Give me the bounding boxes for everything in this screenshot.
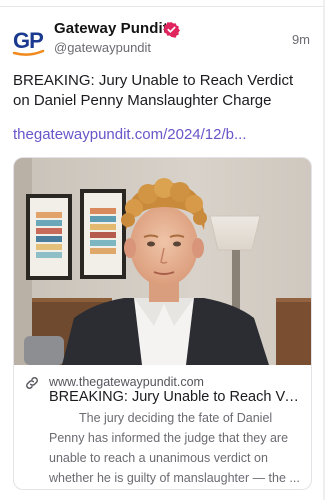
- link-preview-card[interactable]: www.thegatewaypundit.com BREAKING: Jury …: [13, 157, 312, 490]
- link-preview-domain: www.thegatewaypundit.com: [49, 375, 204, 389]
- avatar[interactable]: GP: [12, 24, 46, 58]
- link-preview-image[interactable]: [14, 158, 311, 365]
- svg-text:GP: GP: [13, 28, 43, 53]
- author-name[interactable]: Gateway Pundit: [54, 20, 168, 37]
- video-still-thumbnail: [14, 158, 311, 365]
- post-card[interactable]: GP Gateway Pundit @gatewaypundit 9m BREA…: [0, 0, 323, 500]
- link-preview-description: The jury deciding the fate of Daniel Pen…: [49, 411, 300, 485]
- link-icon: [24, 375, 40, 391]
- gateway-pundit-logo-icon: GP: [12, 28, 45, 56]
- verified-badge-icon: [163, 21, 180, 38]
- author-handle[interactable]: @gatewaypundit: [54, 40, 151, 55]
- post-text: BREAKING: Jury Unable to Reach Verdict o…: [13, 72, 294, 109]
- post-link[interactable]: thegatewaypundit.com/2024/12/b...: [13, 126, 247, 143]
- post-timestamp[interactable]: 9m: [292, 32, 310, 47]
- link-preview-meta[interactable]: www.thegatewaypundit.com BREAKING: Jury …: [14, 365, 311, 489]
- link-preview-title: BREAKING: Jury Unable to Reach Ver...: [49, 389, 304, 405]
